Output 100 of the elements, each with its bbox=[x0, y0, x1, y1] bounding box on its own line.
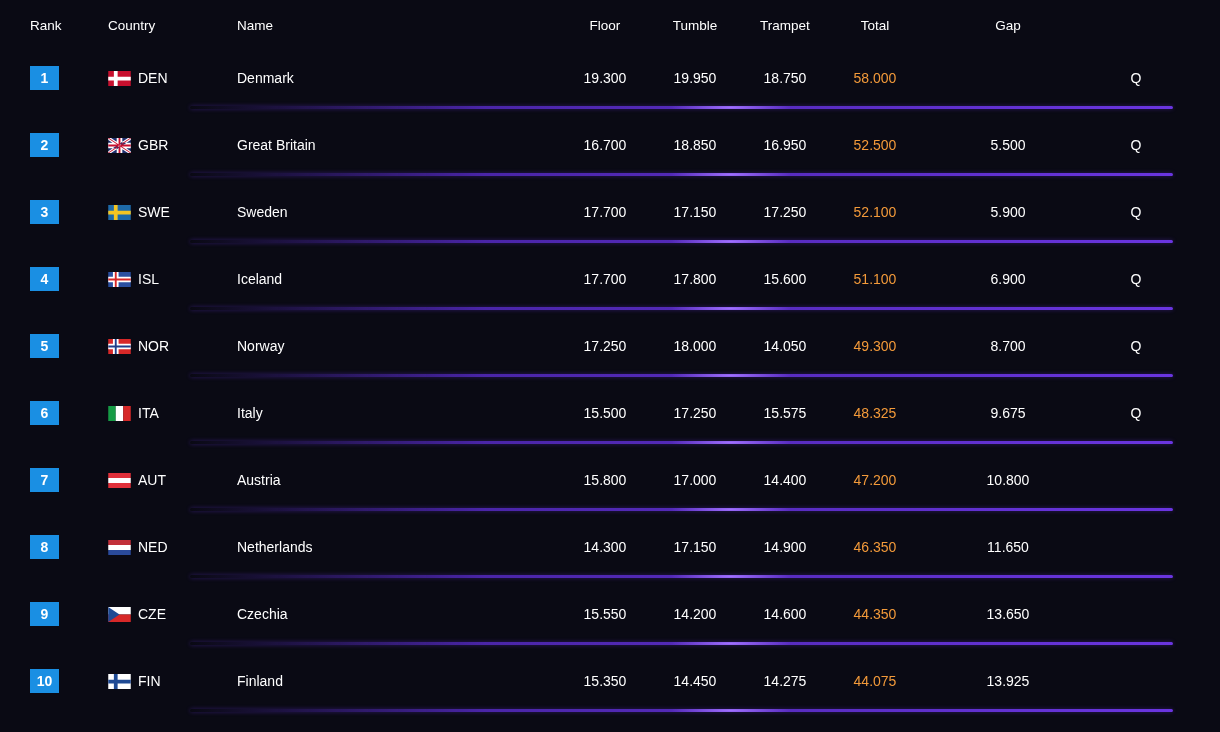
column-header: Rank bbox=[30, 17, 63, 33]
rank-badge: 1 bbox=[30, 66, 59, 90]
gap-value: 5.900 bbox=[989, 204, 1027, 220]
qualified-mark: Q bbox=[1129, 271, 1143, 287]
score: 19.300 bbox=[582, 70, 628, 86]
score: 16.700 bbox=[582, 137, 628, 153]
gap-value: 11.650 bbox=[986, 539, 1030, 555]
flag-icon bbox=[108, 271, 131, 287]
flag-icon bbox=[108, 338, 131, 354]
team-name: Iceland bbox=[237, 271, 284, 287]
rank-badge: 8 bbox=[30, 535, 59, 559]
team-name: Italy bbox=[237, 405, 264, 421]
team-name: Finland bbox=[237, 673, 284, 689]
country-code: AUT bbox=[138, 472, 166, 488]
column-header: Floor bbox=[588, 17, 622, 33]
score: 15.500 bbox=[582, 405, 628, 421]
rank-badge: 3 bbox=[30, 200, 59, 224]
team-name: Norway bbox=[237, 338, 286, 354]
score: 17.250 bbox=[582, 338, 628, 354]
total-score: 44.075 bbox=[852, 673, 898, 689]
qualified-mark: Q bbox=[1129, 70, 1143, 86]
score: 14.450 bbox=[672, 673, 718, 689]
score: 17.150 bbox=[672, 204, 718, 220]
score: 14.600 bbox=[762, 606, 808, 622]
gap-value: 13.925 bbox=[985, 673, 1031, 689]
country-code: CZE bbox=[138, 606, 166, 622]
flag-icon bbox=[108, 70, 131, 86]
column-header: Name bbox=[237, 17, 274, 33]
team-name: Austria bbox=[237, 472, 282, 488]
score: 17.000 bbox=[672, 472, 718, 488]
score: 14.900 bbox=[762, 539, 808, 555]
flag-icon bbox=[108, 472, 131, 488]
score: 15.800 bbox=[582, 472, 628, 488]
rank-badge: 10 bbox=[30, 669, 59, 693]
score: 18.000 bbox=[672, 338, 718, 354]
score: 17.800 bbox=[672, 271, 718, 287]
rank-badge: 4 bbox=[30, 267, 59, 291]
score: 18.850 bbox=[672, 137, 718, 153]
flag-icon bbox=[108, 405, 131, 421]
total-score: 52.500 bbox=[852, 137, 898, 153]
country-code: FIN bbox=[138, 673, 161, 689]
rank-badge: 5 bbox=[30, 334, 59, 358]
country-code: DEN bbox=[138, 70, 168, 86]
country-code: ITA bbox=[138, 405, 159, 421]
column-header: Trampet bbox=[759, 17, 811, 33]
score: 19.950 bbox=[672, 70, 718, 86]
gap-value: 13.650 bbox=[985, 606, 1031, 622]
rank-badge: 9 bbox=[30, 602, 59, 626]
team-name: Sweden bbox=[237, 204, 289, 220]
score: 15.550 bbox=[582, 606, 628, 622]
qualified-mark: Q bbox=[1129, 338, 1143, 354]
country-code: GBR bbox=[138, 137, 169, 153]
total-score: 48.325 bbox=[852, 405, 898, 421]
gap-value: 9.675 bbox=[989, 405, 1027, 421]
score: 14.300 bbox=[582, 539, 628, 555]
gap-value: 8.700 bbox=[989, 338, 1027, 354]
score: 14.200 bbox=[672, 606, 718, 622]
score: 17.250 bbox=[762, 204, 808, 220]
total-score: 49.300 bbox=[852, 338, 898, 354]
score: 14.400 bbox=[762, 472, 808, 488]
country-code: SWE bbox=[138, 204, 170, 220]
column-header: Country bbox=[108, 17, 157, 33]
rank-badge: 6 bbox=[30, 401, 59, 425]
flag-icon bbox=[108, 539, 131, 555]
score: 14.050 bbox=[762, 338, 808, 354]
country-code: NED bbox=[138, 539, 168, 555]
total-score: 47.200 bbox=[852, 472, 898, 488]
flag-icon bbox=[108, 137, 131, 153]
rank-badge: 2 bbox=[30, 133, 59, 157]
flag-icon bbox=[108, 606, 131, 622]
total-score: 44.350 bbox=[852, 606, 898, 622]
flag-icon bbox=[108, 204, 131, 220]
total-score: 51.100 bbox=[852, 271, 898, 287]
qualified-mark: Q bbox=[1129, 204, 1143, 220]
country-code: NOR bbox=[138, 338, 170, 354]
column-header: Total bbox=[859, 17, 891, 33]
country-code: ISL bbox=[138, 271, 159, 287]
qualified-mark: Q bbox=[1129, 137, 1143, 153]
score: 18.750 bbox=[762, 70, 808, 86]
gap-value: 10.800 bbox=[985, 472, 1031, 488]
score: 16.950 bbox=[762, 137, 808, 153]
score: 15.575 bbox=[762, 405, 808, 421]
total-score: 46.350 bbox=[852, 539, 898, 555]
flag-icon bbox=[108, 673, 131, 689]
column-header: Tumble bbox=[671, 17, 719, 33]
rank-badge: 7 bbox=[30, 468, 59, 492]
total-score: 58.000 bbox=[852, 70, 898, 86]
team-name: Netherlands bbox=[237, 539, 314, 555]
score: 17.250 bbox=[672, 405, 718, 421]
gap-value: 5.500 bbox=[989, 137, 1027, 153]
score: 15.350 bbox=[582, 673, 628, 689]
team-name: Czechia bbox=[237, 606, 289, 622]
column-header: Gap bbox=[994, 17, 1022, 33]
score: 17.700 bbox=[582, 204, 628, 220]
score: 17.150 bbox=[672, 539, 718, 555]
score: 14.275 bbox=[762, 673, 808, 689]
qualified-mark: Q bbox=[1129, 405, 1143, 421]
team-name: Denmark bbox=[237, 70, 295, 86]
total-score: 52.100 bbox=[852, 204, 898, 220]
team-name: Great Britain bbox=[237, 137, 317, 153]
